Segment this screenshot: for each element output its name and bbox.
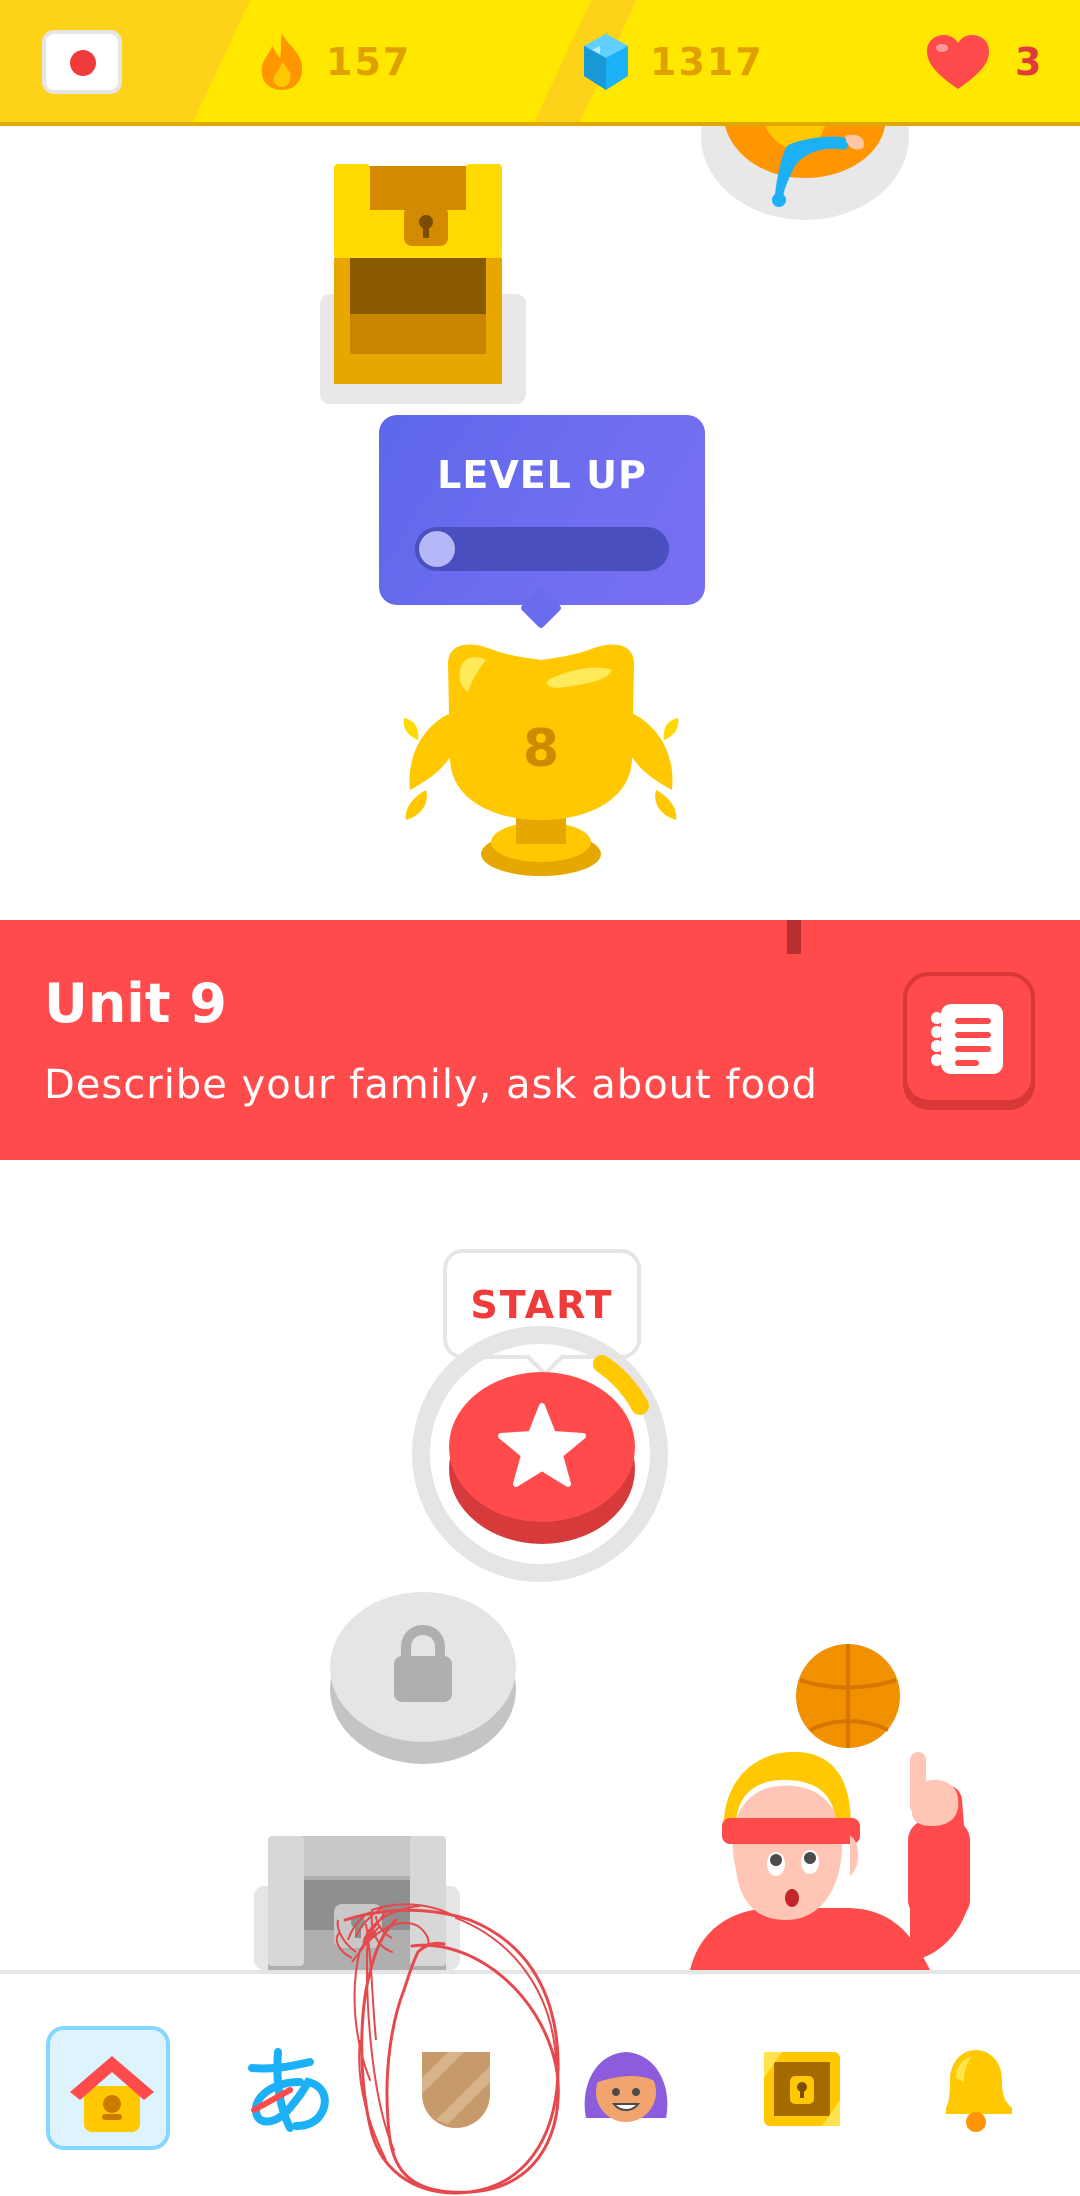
gems-counter[interactable]: 1317 <box>580 30 764 94</box>
nav-characters[interactable] <box>222 2026 346 2150</box>
streak-count: 157 <box>326 40 412 84</box>
flame-icon <box>261 34 303 90</box>
character-basketball-illustration <box>690 1644 970 1970</box>
treasure-chest-reward[interactable] <box>320 164 526 404</box>
nav-profile[interactable] <box>564 2026 688 2150</box>
trophy-level-number: 8 <box>523 719 559 779</box>
character-peek-illustration <box>701 126 909 220</box>
japan-flag-icon <box>70 50 96 76</box>
level-up-progress-bar <box>415 527 669 571</box>
course-flag-button[interactable] <box>42 30 122 94</box>
level-up-card[interactable]: LEVEL UP <box>379 415 705 605</box>
hiragana-a-icon <box>248 2048 329 2132</box>
current-lesson-button[interactable] <box>449 1372 635 1544</box>
unit-banner: Unit 9 Describe your family, ask about f… <box>0 920 1080 1160</box>
heart-icon <box>927 35 989 89</box>
home-icon <box>70 2056 154 2132</box>
nav-chest[interactable] <box>740 2026 864 2150</box>
start-label: START <box>470 1283 614 1327</box>
nav-shield[interactable] <box>394 2026 518 2150</box>
guidebook-button[interactable] <box>903 972 1035 1104</box>
gem-icon <box>584 34 628 90</box>
top-status-bar: 157 1317 3 <box>0 0 1080 126</box>
bell-icon <box>946 2050 1012 2132</box>
hearts-counter[interactable]: 3 <box>925 30 1043 94</box>
locked-lesson-button[interactable] <box>330 1592 516 1764</box>
unit-title: Unit 9 <box>44 972 227 1035</box>
banner-marker <box>787 920 801 954</box>
streak-counter[interactable]: 157 <box>256 30 411 94</box>
locked-chest-icon[interactable] <box>254 1836 460 1970</box>
profile-avatar-icon <box>584 2052 668 2122</box>
nav-home[interactable] <box>46 2026 170 2150</box>
level-up-title: LEVEL UP <box>437 453 647 497</box>
hearts-count: 3 <box>1015 40 1044 84</box>
shield-icon <box>422 2052 490 2128</box>
nav-notifications[interactable] <box>914 2026 1038 2150</box>
app-screen: 157 1317 3 LEVEL UP 8 Unit 9 Describe yo… <box>0 0 1080 2196</box>
bottom-nav-bar <box>0 1970 1080 2196</box>
star-icon <box>498 1403 586 1487</box>
treasure-chest-icon <box>764 2052 840 2126</box>
lock-icon <box>394 1624 452 1702</box>
notebook-icon <box>931 1004 1003 1074</box>
level-up-progress-fill <box>419 531 455 567</box>
trophy-icon[interactable]: 8 <box>398 640 684 880</box>
gems-count: 1317 <box>650 40 764 84</box>
unit-subtitle: Describe your family, ask about food <box>44 1062 818 1108</box>
